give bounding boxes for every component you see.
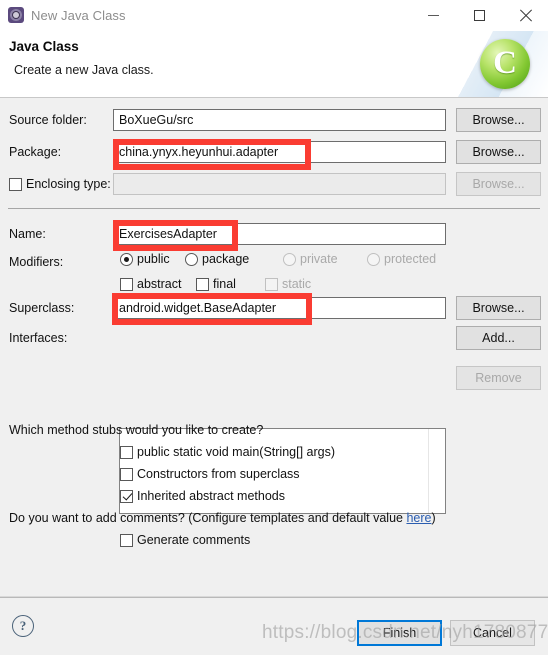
superclass-row: Superclass: android.widget.BaseAdapter B…	[0, 296, 548, 320]
superclass-label: Superclass:	[9, 301, 75, 315]
interfaces-label: Interfaces:	[9, 331, 68, 345]
modifiers-label: Modifiers:	[9, 255, 64, 269]
checkbox-constructors-icon	[120, 467, 133, 481]
configure-templates-link[interactable]: here	[406, 511, 431, 525]
radio-protected-icon	[367, 252, 380, 266]
java-class-wizard-icon	[8, 7, 24, 23]
modifier-static-label: static	[282, 277, 312, 291]
checkbox-main-method-icon	[120, 445, 133, 459]
enclosing-type-checkbox-box	[9, 177, 22, 191]
comments-question-prefix: Do you want to add comments? (Configure …	[9, 511, 407, 525]
interfaces-add-button[interactable]: Add...	[456, 326, 541, 350]
wizard-header: C Java Class Create a new Java class.	[0, 31, 548, 98]
modifier-abstract-checkbox[interactable]: abstract	[120, 277, 181, 291]
name-row: Name: ExercisesAdapter	[0, 222, 548, 246]
source-folder-browse-button[interactable]: Browse...	[456, 108, 541, 132]
enclosing-type-row: Enclosing type: Browse...	[0, 172, 548, 196]
window-controls	[410, 0, 548, 30]
modifiers-row: Modifiers:	[0, 250, 548, 274]
enclosing-type-label: Enclosing type:	[26, 177, 111, 191]
modifier-static-checkbox: static	[265, 277, 311, 291]
interfaces-remove-button: Remove	[456, 366, 541, 390]
stub-inherited-checkbox[interactable]: Inherited abstract methods	[120, 489, 285, 503]
source-folder-row: Source folder: BoXueGu/src Browse...	[0, 108, 548, 132]
stub-inherited-label: Inherited abstract methods	[137, 489, 285, 503]
enclosing-type-checkbox[interactable]: Enclosing type:	[9, 177, 111, 191]
radio-package-icon	[185, 252, 198, 266]
modifier-private-radio: private	[283, 252, 338, 266]
enclosing-type-input	[113, 173, 446, 195]
window-title: New Java Class	[31, 7, 126, 23]
maximize-button[interactable]	[456, 0, 502, 30]
checkbox-static-icon	[265, 277, 278, 291]
package-browse-button[interactable]: Browse...	[456, 140, 541, 164]
close-icon	[519, 9, 532, 22]
generate-comments-checkbox[interactable]: Generate comments	[120, 533, 250, 547]
generate-comments-label: Generate comments	[137, 533, 251, 547]
stub-main-label: public static void main(String[] args)	[137, 445, 335, 459]
modifier-protected-label: protected	[384, 252, 437, 266]
java-class-logo-icon: C	[480, 39, 530, 89]
modifier-public-radio[interactable]: public	[120, 252, 170, 266]
checkbox-abstract-icon	[120, 277, 133, 291]
stub-main-checkbox[interactable]: public static void main(String[] args)	[120, 445, 335, 459]
radio-private-icon	[283, 252, 296, 266]
method-stubs-question: Which method stubs would you like to cre…	[9, 423, 264, 437]
package-row: Package: china.ynyx.heyunhui.adapter Bro…	[0, 140, 548, 164]
checkbox-final-icon	[196, 277, 209, 291]
stub-constructors-checkbox[interactable]: Constructors from superclass	[120, 467, 300, 481]
package-label: Package:	[9, 145, 62, 159]
modifier-final-checkbox[interactable]: final	[196, 277, 236, 291]
interfaces-row: Interfaces: Add...	[0, 326, 548, 350]
modifier-abstract-label: abstract	[137, 277, 182, 291]
footer-divider	[0, 597, 548, 598]
help-icon[interactable]: ?	[12, 615, 34, 637]
minimize-button[interactable]	[410, 0, 456, 30]
source-folder-label: Source folder:	[9, 113, 87, 127]
window-titlebar: New Java Class	[0, 0, 548, 31]
logo-letter: C	[493, 44, 517, 81]
name-input[interactable]: ExercisesAdapter	[113, 223, 446, 245]
source-folder-input[interactable]: BoXueGu/src	[113, 109, 446, 131]
page-title: Java Class	[9, 39, 79, 54]
comments-question: Do you want to add comments? (Configure …	[9, 511, 436, 525]
package-input[interactable]: china.ynyx.heyunhui.adapter	[113, 141, 446, 163]
minimize-icon	[427, 14, 439, 16]
radio-public-icon	[120, 252, 133, 266]
modifier-package-radio[interactable]: package	[185, 252, 249, 266]
modifier-protected-radio: protected	[367, 252, 436, 266]
interfaces-scrollbar[interactable]	[428, 429, 445, 513]
close-button[interactable]	[502, 0, 548, 30]
checkbox-inherited-methods-icon	[120, 489, 133, 503]
stub-constructors-label: Constructors from superclass	[137, 467, 300, 481]
modifier-package-label: package	[202, 252, 250, 266]
modifier-final-label: final	[213, 277, 236, 291]
wizard-body: Source folder: BoXueGu/src Browse... Pac…	[0, 98, 548, 647]
enclosing-type-browse-button: Browse...	[456, 172, 541, 196]
name-label: Name:	[9, 227, 46, 241]
watermark-text: https://blog.csdn.net/nyh1780877?399	[262, 622, 548, 643]
maximize-icon	[473, 9, 485, 21]
comments-question-suffix: )	[431, 511, 436, 525]
divider-top	[8, 208, 540, 209]
modifier-private-label: private	[300, 252, 338, 266]
superclass-browse-button[interactable]: Browse...	[456, 296, 541, 320]
checkbox-generate-comments-icon	[120, 533, 133, 547]
page-subtitle: Create a new Java class.	[14, 63, 154, 77]
modifier-public-label: public	[137, 252, 170, 266]
superclass-input[interactable]: android.widget.BaseAdapter	[113, 297, 446, 319]
